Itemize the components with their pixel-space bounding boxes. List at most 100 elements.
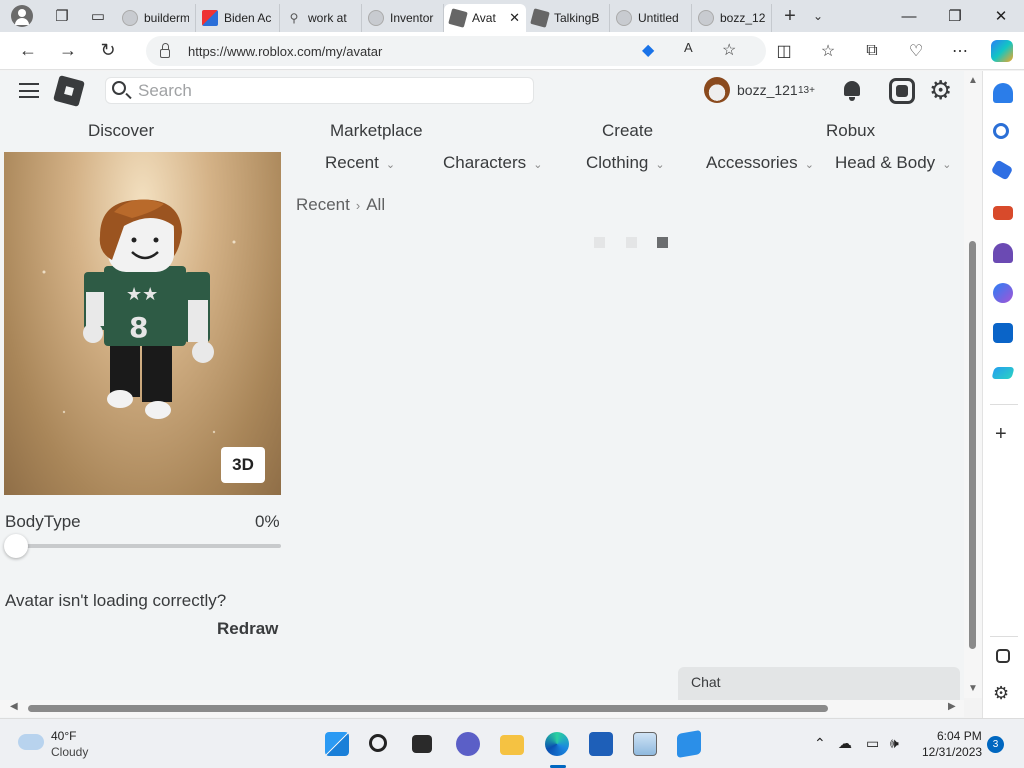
bodytype-slider-track[interactable]: [14, 544, 281, 548]
photos-icon[interactable]: [633, 732, 657, 756]
avatar-preview[interactable]: ★★ 8 3D: [4, 152, 281, 495]
task-view-icon[interactable]: [412, 735, 432, 753]
favorites-icon[interactable]: ☆: [810, 32, 846, 70]
tools-icon[interactable]: [993, 206, 1013, 220]
tab-0[interactable]: builderm: [116, 4, 196, 32]
bodytype-label: BodyType: [5, 512, 81, 531]
games-icon[interactable]: [993, 243, 1013, 263]
tab-3[interactable]: Inventor: [362, 4, 444, 32]
close-tab-icon[interactable]: ✕: [509, 10, 520, 26]
start-windows-icon[interactable]: [325, 732, 349, 756]
breadcrumb: Recent › All: [296, 195, 385, 215]
tab-characters[interactable]: Characters: [443, 153, 542, 173]
cloudy-weather-icon[interactable]: [18, 734, 44, 750]
add-sidebar-app-icon[interactable]: +: [995, 423, 1007, 446]
tab-clothing[interactable]: Clothing: [586, 153, 665, 173]
tab-7[interactable]: bozz_12: [692, 4, 772, 32]
tab-recent[interactable]: Recent: [325, 153, 395, 173]
search-input[interactable]: [138, 80, 518, 101]
nav-discover[interactable]: Discover: [88, 121, 154, 141]
redraw-button[interactable]: Redraw: [217, 619, 278, 639]
outlook-icon[interactable]: [993, 323, 1013, 343]
collections-icon[interactable]: ⧉: [854, 32, 890, 70]
forward-arrow-icon[interactable]: →: [48, 32, 88, 70]
url-text[interactable]: https://www.roblox.com/my/avatar: [188, 44, 382, 59]
file-explorer-icon[interactable]: [500, 735, 524, 755]
network-cloud-icon[interactable]: ☁: [838, 735, 852, 752]
svg-text:★★: ★★: [126, 284, 158, 305]
search-icon[interactable]: [369, 734, 387, 752]
tab-list-chevron-icon[interactable]: ⌄: [808, 0, 828, 32]
drop-icon[interactable]: [991, 367, 1015, 379]
robux-icon[interactable]: [889, 78, 915, 104]
user-avatar[interactable]: [704, 77, 730, 103]
roblox-logo-icon[interactable]: [53, 75, 85, 107]
weather-condition[interactable]: Cloudy: [51, 745, 88, 759]
notification-count-badge[interactable]: 3: [987, 736, 1004, 753]
browser-essentials-icon[interactable]: ♡: [898, 32, 934, 70]
settings-gear-icon[interactable]: ⚙: [929, 77, 952, 103]
chat-teams-icon[interactable]: [456, 732, 480, 756]
back-arrow-icon[interactable]: ←: [8, 32, 48, 70]
split-screen-icon[interactable]: ◫: [766, 32, 802, 70]
tab-accessories[interactable]: Accessories: [706, 153, 814, 173]
microsoft-365-icon[interactable]: [993, 283, 1013, 303]
scroll-up-arrow-icon[interactable]: ▲: [968, 75, 978, 86]
notification-bell-icon[interactable]: [993, 83, 1013, 103]
breadcrumb-parent[interactable]: Recent: [296, 195, 350, 214]
clock-time[interactable]: 6:04 PM: [937, 729, 982, 743]
tab-head-body[interactable]: Head & Body: [835, 153, 951, 173]
notifications-bell-icon[interactable]: [842, 79, 862, 101]
vertical-scroll-thumb[interactable]: [969, 241, 976, 649]
scroll-down-arrow-icon[interactable]: ▼: [968, 683, 978, 694]
tab-1[interactable]: Biden Ac: [196, 4, 280, 32]
vertical-scrollbar[interactable]: ▲ ▼: [964, 71, 982, 698]
weather-temperature[interactable]: 40°F: [51, 729, 76, 743]
tab-6[interactable]: Untitled: [610, 4, 692, 32]
nav-create[interactable]: Create: [602, 121, 653, 141]
tab-label: TalkingB: [554, 11, 600, 25]
scroll-right-arrow-icon[interactable]: ▶: [948, 701, 956, 712]
roblox-studio-icon[interactable]: [677, 729, 701, 759]
nav-robux[interactable]: Robux: [826, 121, 875, 141]
tray-chevron-up-icon[interactable]: ⌃: [814, 735, 826, 752]
more-menu-icon[interactable]: ⋯: [942, 32, 978, 70]
tab-label: work at: [308, 11, 347, 25]
sidebar-settings-gear-icon[interactable]: ⚙: [993, 683, 1009, 704]
clock-date[interactable]: 12/31/2023: [922, 745, 982, 759]
hamburger-menu-icon[interactable]: [19, 83, 39, 98]
tab-actions-icon[interactable]: ▭: [80, 0, 116, 32]
chat-bar[interactable]: Chat: [678, 667, 960, 701]
read-aloud-icon[interactable]: A: [684, 40, 693, 55]
close-window-icon[interactable]: ✕: [978, 0, 1024, 32]
edge-browser-icon[interactable]: [545, 732, 569, 756]
horizontal-scrollbar[interactable]: ◀ ▶: [0, 700, 964, 717]
search-icon[interactable]: [993, 123, 1009, 139]
favorite-star-icon[interactable]: ☆: [722, 40, 736, 60]
toggle-3d-button[interactable]: 3D: [221, 447, 265, 483]
volume-muted-icon[interactable]: 🕪: [890, 735, 899, 752]
new-tab-icon[interactable]: +: [772, 0, 808, 32]
address-bar[interactable]: https://www.roblox.com/my/avatar ◆ A ☆: [146, 36, 766, 66]
shopping-icon[interactable]: [990, 159, 1014, 181]
minimize-icon[interactable]: —: [886, 0, 932, 32]
restore-icon[interactable]: ❐: [932, 0, 978, 32]
workspaces-icon[interactable]: ❐: [44, 0, 80, 32]
refresh-icon[interactable]: ↻: [88, 32, 128, 70]
search-bar[interactable]: [105, 77, 534, 104]
shopping-tag-icon[interactable]: ◆: [642, 40, 654, 60]
lock-icon[interactable]: [160, 42, 170, 58]
profile-icon[interactable]: [0, 0, 44, 32]
username[interactable]: bozz_121: [737, 82, 798, 98]
copilot-icon[interactable]: [984, 32, 1020, 70]
tab-4-active[interactable]: Avat ✕: [444, 4, 526, 32]
tab-5[interactable]: TalkingB: [526, 4, 610, 32]
tab-2[interactable]: ⚲ work at: [280, 4, 362, 32]
display-icon[interactable]: ▭: [866, 735, 879, 752]
hide-sidebar-icon[interactable]: [996, 649, 1010, 663]
horizontal-scroll-thumb[interactable]: [28, 705, 828, 712]
scroll-left-arrow-icon[interactable]: ◀: [10, 701, 18, 712]
bodytype-slider-thumb[interactable]: [4, 534, 28, 558]
microsoft-store-icon[interactable]: [589, 732, 613, 756]
nav-marketplace[interactable]: Marketplace: [330, 121, 423, 141]
